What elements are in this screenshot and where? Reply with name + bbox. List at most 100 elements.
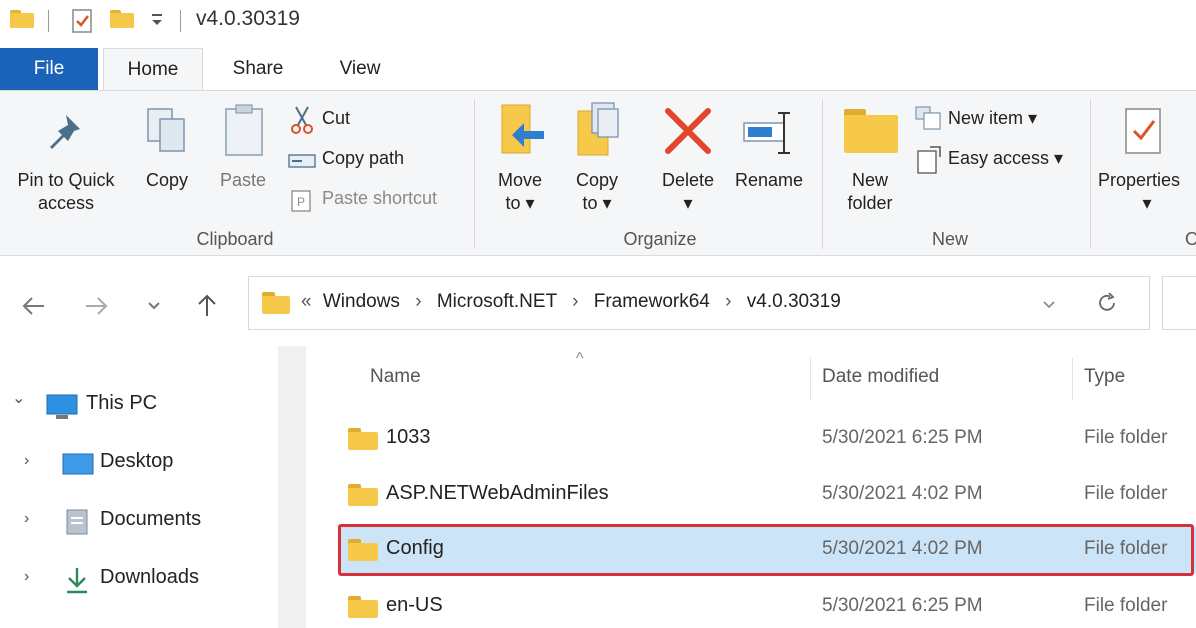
download-icon: [67, 568, 87, 594]
file-type: File folder: [1084, 483, 1168, 504]
breadcrumb: « Windows › Microsoft.NET › Framework64 …: [301, 291, 841, 313]
pin-to-quick-access-button[interactable]: Pin to Quick access: [0, 91, 132, 221]
column-header-name[interactable]: Name: [370, 366, 421, 388]
column-header-date-modified[interactable]: Date modified: [822, 366, 939, 388]
group-divider: [1090, 99, 1091, 249]
copy-label: Copy: [145, 170, 189, 190]
copy-button[interactable]: Copy: [136, 91, 198, 221]
move-to-button[interactable]: Move to ▾: [486, 91, 554, 221]
group-label-clipboard: Clipboard: [196, 229, 274, 249]
svg-text:P: P: [297, 195, 305, 209]
properties-dropdown-arrow: ▾: [1142, 193, 1152, 213]
copy-to-label-2: to ▾: [582, 193, 612, 213]
file-date: 5/30/2021 6:25 PM: [822, 427, 983, 448]
tab-view[interactable]: View: [312, 48, 408, 90]
address-bar[interactable]: « Windows › Microsoft.NET › Framework64 …: [248, 276, 1150, 330]
paste-shortcut-button[interactable]: P Paste shortcut: [288, 185, 468, 215]
ribbon-tabs: File Home Share View: [0, 48, 1196, 90]
new-folder-button[interactable]: New folder: [830, 91, 910, 221]
properties-button[interactable]: Properties ▾: [1096, 91, 1196, 221]
delete-dropdown-arrow: ▾: [683, 193, 693, 213]
highlight-annotation-box: [338, 524, 1194, 576]
column-divider[interactable]: [810, 358, 811, 400]
delete-x-icon: [665, 108, 711, 154]
cut-button[interactable]: Cut: [288, 105, 458, 135]
delete-label: Delete: [661, 170, 715, 190]
easy-access-button[interactable]: Easy access ▾: [914, 145, 1084, 175]
paste-shortcut-icon: P: [291, 190, 311, 212]
copy-icon: [147, 108, 185, 152]
properties-label: Properties: [1098, 170, 1181, 190]
move-to-icon: [501, 104, 544, 154]
file-explorer-window: v4.0.30319 File Home Share View Pin to Q…: [0, 0, 1196, 628]
monitor-icon: [46, 394, 78, 419]
expand-chevron-icon[interactable]: ›: [24, 452, 29, 470]
tab-home[interactable]: Home: [103, 48, 203, 90]
expand-chevron-icon[interactable]: ›: [24, 568, 29, 586]
file-name: en-US: [386, 594, 443, 616]
forward-arrow-icon[interactable]: [84, 296, 110, 316]
tree-item-desktop[interactable]: › Desktop: [0, 444, 270, 484]
tab-file[interactable]: File: [0, 48, 98, 90]
file-list: ^ Name Date modified Type 1033 5/30/2021…: [310, 346, 1196, 628]
search-box[interactable]: [1162, 276, 1196, 330]
folder-icon: [348, 596, 378, 618]
refresh-icon[interactable]: [1095, 291, 1119, 315]
tab-share[interactable]: Share: [210, 48, 306, 90]
breadcrumb-separator[interactable]: ›: [572, 291, 578, 312]
new-item-label: New item ▾: [948, 108, 1038, 128]
copy-to-button[interactable]: Copy to ▾: [564, 91, 630, 221]
pin-label-2: access: [37, 193, 95, 213]
collapse-chevron-icon[interactable]: ⌄: [12, 388, 25, 408]
file-row[interactable]: en-US 5/30/2021 6:25 PM File folder: [340, 584, 1196, 628]
title-bar: v4.0.30319: [0, 0, 1196, 40]
new-item-button[interactable]: New item ▾: [914, 105, 1084, 135]
tree-item-this-pc[interactable]: ⌄ This PC: [0, 386, 270, 426]
delete-button[interactable]: Delete ▾: [650, 91, 726, 221]
navigation-pane-scrollbar[interactable]: [278, 346, 306, 628]
recent-locations-chevron-icon[interactable]: [146, 300, 162, 312]
file-row[interactable]: ASP.NETWebAdminFiles 5/30/2021 4:02 PM F…: [340, 472, 1196, 518]
properties-check-icon[interactable]: [70, 8, 96, 34]
breadcrumb-item-current[interactable]: v4.0.30319: [747, 291, 841, 312]
sort-indicator-icon: ^: [576, 350, 584, 367]
pin-icon: [50, 115, 80, 149]
paste-label: Paste: [219, 170, 267, 190]
folder-icon: [262, 292, 290, 314]
breadcrumb-separator[interactable]: ›: [725, 291, 731, 312]
rename-icon: [743, 112, 790, 154]
breadcrumb-separator[interactable]: ›: [415, 291, 421, 312]
copy-path-icon: [288, 154, 316, 168]
copy-path-button[interactable]: Copy path: [288, 145, 458, 175]
address-history-chevron-icon[interactable]: [1041, 299, 1057, 311]
tree-item-documents[interactable]: › Documents: [0, 502, 270, 542]
column-divider[interactable]: [1072, 358, 1073, 400]
file-type: File folder: [1084, 427, 1168, 448]
properties-icon: [1125, 108, 1161, 154]
documents-icon: [66, 509, 88, 535]
customize-quick-access-icon[interactable]: [150, 12, 164, 28]
back-arrow-icon[interactable]: [20, 296, 46, 316]
paste-shortcut-label: Paste shortcut: [322, 188, 438, 208]
paste-button[interactable]: Paste: [206, 91, 280, 221]
navigation-pane: ⌄ This PC › Desktop › Documents › Downlo…: [0, 346, 306, 628]
rename-button[interactable]: Rename: [728, 91, 810, 221]
group-label-organize: Organize: [623, 229, 697, 249]
breadcrumb-item-framework64[interactable]: Framework64: [594, 291, 710, 312]
new-folder-quick-icon[interactable]: [110, 10, 134, 28]
desktop-icon: [62, 453, 94, 475]
copy-path-label: Copy path: [322, 148, 405, 168]
expand-chevron-icon[interactable]: ›: [24, 510, 29, 528]
folder-icon: [10, 10, 34, 28]
new-item-icon: [915, 106, 941, 130]
scissors-icon: [291, 106, 313, 134]
rename-label: Rename: [734, 170, 804, 190]
column-header-type[interactable]: Type: [1084, 366, 1125, 388]
tree-item-downloads[interactable]: › Downloads: [0, 560, 270, 600]
group-label-new: New: [931, 229, 968, 249]
up-arrow-icon[interactable]: [196, 292, 218, 318]
breadcrumb-item-microsoft-net[interactable]: Microsoft.NET: [437, 291, 557, 312]
breadcrumb-overflow[interactable]: «: [301, 291, 312, 312]
breadcrumb-item-windows[interactable]: Windows: [323, 291, 400, 312]
file-row[interactable]: 1033 5/30/2021 6:25 PM File folder: [340, 416, 1196, 462]
